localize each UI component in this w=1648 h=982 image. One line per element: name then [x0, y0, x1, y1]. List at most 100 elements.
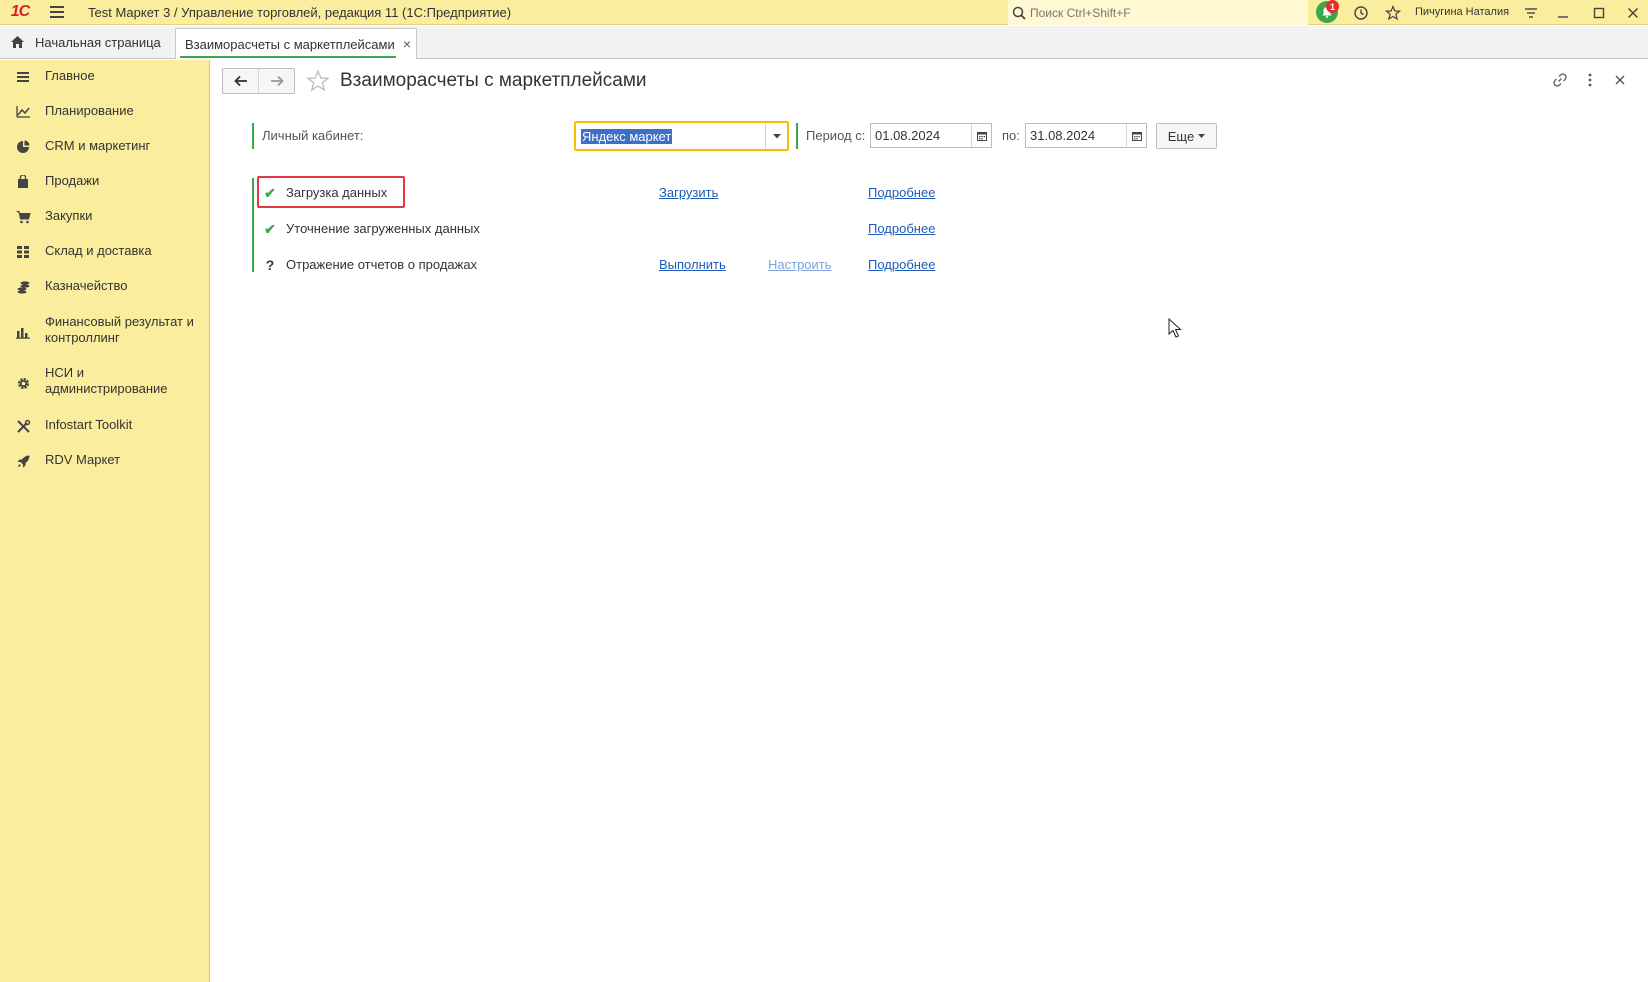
- app-logo: 1С: [10, 3, 30, 20]
- chevron-down-icon: [772, 133, 781, 138]
- execute-link[interactable]: Выполнить: [659, 257, 726, 272]
- bar-chart-icon: [14, 323, 32, 341]
- kebab-icon: [1588, 73, 1592, 87]
- maximize-button[interactable]: [1586, 0, 1612, 25]
- sidebar-item-admin[interactable]: НСИ и администрирование: [0, 365, 209, 401]
- more-actions-button[interactable]: [1580, 70, 1600, 90]
- cabinet-label: Личный кабинет:: [262, 128, 364, 143]
- period-to-label: по:: [1002, 128, 1020, 143]
- sidebar-item-label: RDV Маркет: [45, 452, 121, 467]
- calendar-icon: [1131, 131, 1142, 141]
- tools-icon: [14, 417, 32, 435]
- sidebar-item-rdv-market[interactable]: RDV Маркет: [0, 452, 209, 472]
- sidebar-item-label: Infostart Toolkit: [45, 417, 133, 432]
- sidebar-item-label: Казначейство: [45, 278, 128, 293]
- close-icon: [1628, 7, 1638, 18]
- sidebar-item-label: Главное: [45, 68, 95, 83]
- step-row: ✔ Уточнение загруженных данных Подробнее: [252, 214, 972, 244]
- cart-icon: [14, 208, 32, 226]
- forward-button[interactable]: [258, 69, 294, 93]
- back-button[interactable]: [223, 69, 258, 93]
- sidebar-item-label: Продажи: [45, 173, 100, 188]
- highlight-frame: [257, 176, 405, 208]
- step-label: Отражение отчетов о продажах: [286, 257, 478, 272]
- period-from-value[interactable]: 01.08.2024: [875, 128, 940, 143]
- period-to-value[interactable]: 31.08.2024: [1030, 128, 1095, 143]
- mouse-cursor: [1168, 318, 1182, 338]
- period-from-calendar-button[interactable]: [971, 124, 991, 147]
- minimize-button[interactable]: [1550, 0, 1576, 25]
- filter-lines-icon: [1525, 7, 1537, 18]
- setup-link[interactable]: Настроить: [768, 257, 832, 272]
- period-from-field[interactable]: 01.08.2024: [870, 123, 992, 148]
- check-icon: ✔: [264, 220, 276, 237]
- user-name[interactable]: Пичугина Наталия: [1415, 0, 1509, 25]
- details-link[interactable]: Подробнее: [868, 257, 935, 272]
- field-group-marker: [252, 123, 254, 149]
- tab-bar: Начальная страница Взаиморасчеты с марке…: [0, 26, 1648, 59]
- main-content: Взаиморасчеты с маркетплейсами Личный ка…: [210, 60, 1648, 982]
- form-close-button[interactable]: [1610, 70, 1630, 90]
- field-group-marker: [796, 123, 798, 149]
- star-outline-icon: [306, 69, 330, 92]
- sidebar-item-infostart-toolkit[interactable]: Infostart Toolkit: [0, 417, 209, 437]
- minimize-icon: [1558, 15, 1568, 18]
- grid-icon: [14, 243, 32, 261]
- period-to-field[interactable]: 31.08.2024: [1025, 123, 1147, 148]
- tab-marketplace-settlements[interactable]: Взаиморасчеты с маркетплейсами ×: [175, 28, 417, 59]
- chevron-down-icon: [1198, 134, 1206, 138]
- calendar-icon: [976, 131, 987, 141]
- star-icon: [1385, 4, 1401, 20]
- sidebar-item-purchases[interactable]: Закупки: [0, 208, 209, 228]
- details-link[interactable]: Подробнее: [868, 221, 935, 236]
- maximize-icon: [1593, 7, 1605, 18]
- tab-active-label: Взаиморасчеты с маркетплейсами: [185, 36, 395, 52]
- favorites-button[interactable]: [1380, 0, 1406, 25]
- arrow-right-icon: [270, 75, 284, 87]
- settings-menu-button[interactable]: [1518, 0, 1544, 25]
- history-nav: [222, 68, 295, 94]
- more-button-label: Еще: [1167, 128, 1195, 144]
- get-link-button[interactable]: [1550, 70, 1570, 90]
- sidebar-item-financial-result[interactable]: Финансовый результат и контроллинг: [0, 314, 209, 350]
- pie-icon: [14, 138, 32, 156]
- sidebar-item-main[interactable]: Главное: [0, 68, 209, 88]
- notification-count-badge: 1: [1326, 0, 1339, 13]
- tab-home[interactable]: Начальная страница: [0, 26, 172, 58]
- cabinet-dropdown-button[interactable]: [765, 123, 787, 149]
- window-close-button[interactable]: [1620, 0, 1646, 25]
- cabinet-select[interactable]: Яндекс маркет: [574, 121, 789, 151]
- details-link[interactable]: Подробнее: [868, 185, 935, 200]
- close-icon: [1615, 75, 1625, 85]
- sidebar-item-planning[interactable]: Планирование: [0, 103, 209, 123]
- sidebar-item-sales[interactable]: Продажи: [0, 173, 209, 193]
- search-input[interactable]: [1026, 5, 1286, 20]
- sidebar-item-warehouse[interactable]: Склад и доставка: [0, 243, 209, 263]
- sidebar-item-treasury[interactable]: Казначейство: [0, 278, 209, 298]
- planning-icon: [14, 103, 32, 121]
- history-icon: [1354, 5, 1368, 20]
- sidebar-item-crm[interactable]: CRM и маркетинг: [0, 138, 209, 158]
- sidebar-item-label: Финансовый результат и контроллинг: [45, 314, 194, 345]
- load-link[interactable]: Загрузить: [659, 185, 718, 200]
- step-row: ? Отражение отчетов о продажах Выполнить…: [252, 250, 972, 280]
- sidebar-item-label: НСИ и администрирование: [45, 365, 168, 396]
- sidebar-item-label: CRM и маркетинг: [45, 138, 151, 153]
- sidebar: Главное Планирование CRM и маркетинг Про…: [0, 60, 210, 982]
- coins-icon: [14, 278, 32, 296]
- cabinet-value[interactable]: Яндекс маркет: [581, 129, 673, 144]
- history-button[interactable]: [1348, 0, 1374, 25]
- link-icon: [1553, 73, 1567, 87]
- period-from-label: Период с:: [806, 128, 866, 143]
- add-to-favorites-button[interactable]: [306, 69, 330, 93]
- global-search[interactable]: [1008, 0, 1308, 25]
- gear-icon: [14, 374, 32, 392]
- period-to-calendar-button[interactable]: [1126, 124, 1146, 147]
- rocket-icon: [14, 452, 32, 470]
- main-menu-button[interactable]: [50, 0, 74, 25]
- app-title: Test Маркет 3 / Управление торговлей, ре…: [88, 4, 512, 20]
- tab-close-icon[interactable]: ×: [403, 37, 411, 51]
- more-button[interactable]: Еще: [1156, 123, 1217, 149]
- search-icon: [1012, 6, 1026, 20]
- sidebar-item-label: Закупки: [45, 208, 93, 223]
